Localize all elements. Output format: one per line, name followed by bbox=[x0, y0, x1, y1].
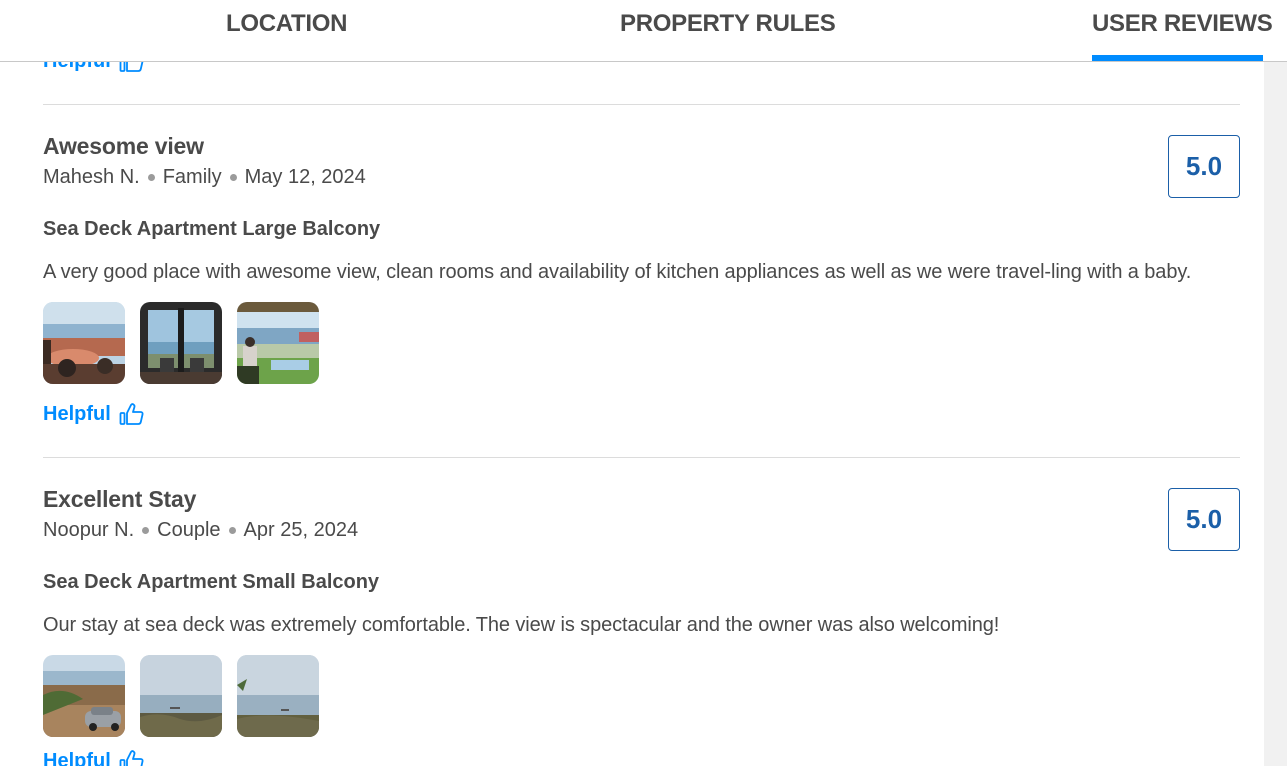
tab-user-reviews[interactable]: USER REVIEWS bbox=[1092, 10, 1273, 38]
review-title: Awesome view bbox=[43, 133, 204, 159]
separator-dot bbox=[147, 174, 155, 181]
review-photo[interactable] bbox=[43, 302, 125, 384]
scrollbar-track[interactable] bbox=[1264, 61, 1287, 766]
active-tab-indicator bbox=[1092, 55, 1263, 61]
review-meta: Mahesh N. Family May 12, 2024 bbox=[43, 166, 366, 189]
review-meta: Noopur N. Couple Apr 25, 2024 bbox=[43, 519, 358, 542]
review-score: 5.0 bbox=[1168, 135, 1240, 198]
separator-dot bbox=[142, 527, 150, 534]
tab-property-rules[interactable]: PROPERTY RULES bbox=[620, 10, 836, 38]
room-name: Sea Deck Apartment Large Balcony bbox=[43, 218, 381, 240]
thumbs-up-icon bbox=[119, 749, 145, 766]
review-photo[interactable] bbox=[43, 655, 125, 737]
review-divider bbox=[43, 104, 1240, 105]
traveler-type: Couple bbox=[157, 519, 221, 541]
helpful-label: Helpful bbox=[43, 749, 111, 766]
review-photos bbox=[43, 655, 319, 737]
review-divider bbox=[43, 457, 1240, 458]
tab-bar: LOCATION PROPERTY RULES USER REVIEWS bbox=[0, 0, 1287, 62]
review-photo[interactable] bbox=[237, 655, 319, 737]
review-photos bbox=[43, 302, 319, 384]
separator-dot bbox=[228, 527, 236, 534]
review-photo[interactable] bbox=[140, 655, 222, 737]
review-score: 5.0 bbox=[1168, 488, 1240, 551]
thumbs-up-icon bbox=[119, 402, 145, 426]
review-text: Our stay at sea deck was extremely comfo… bbox=[43, 614, 1000, 636]
room-name: Sea Deck Apartment Small Balcony bbox=[43, 571, 380, 593]
tab-location[interactable]: LOCATION bbox=[226, 10, 347, 38]
helpful-button[interactable]: Helpful bbox=[43, 402, 145, 426]
traveler-type: Family bbox=[162, 166, 222, 188]
review-date: May 12, 2024 bbox=[244, 166, 366, 188]
review-photo[interactable] bbox=[237, 302, 319, 384]
review-photo[interactable] bbox=[140, 302, 222, 384]
review-date: Apr 25, 2024 bbox=[243, 519, 359, 541]
review-text: A very good place with awesome view, cle… bbox=[43, 261, 1192, 283]
review-author: Noopur N. bbox=[43, 519, 135, 541]
review-title: Excellent Stay bbox=[43, 486, 197, 512]
review-author: Mahesh N. bbox=[43, 166, 140, 188]
helpful-button[interactable]: Helpful bbox=[43, 749, 145, 766]
separator-dot bbox=[229, 174, 237, 181]
helpful-label: Helpful bbox=[43, 402, 111, 425]
reviews-page: Helpful LOCATION PROPERTY RULES USER REV… bbox=[0, 0, 1287, 766]
